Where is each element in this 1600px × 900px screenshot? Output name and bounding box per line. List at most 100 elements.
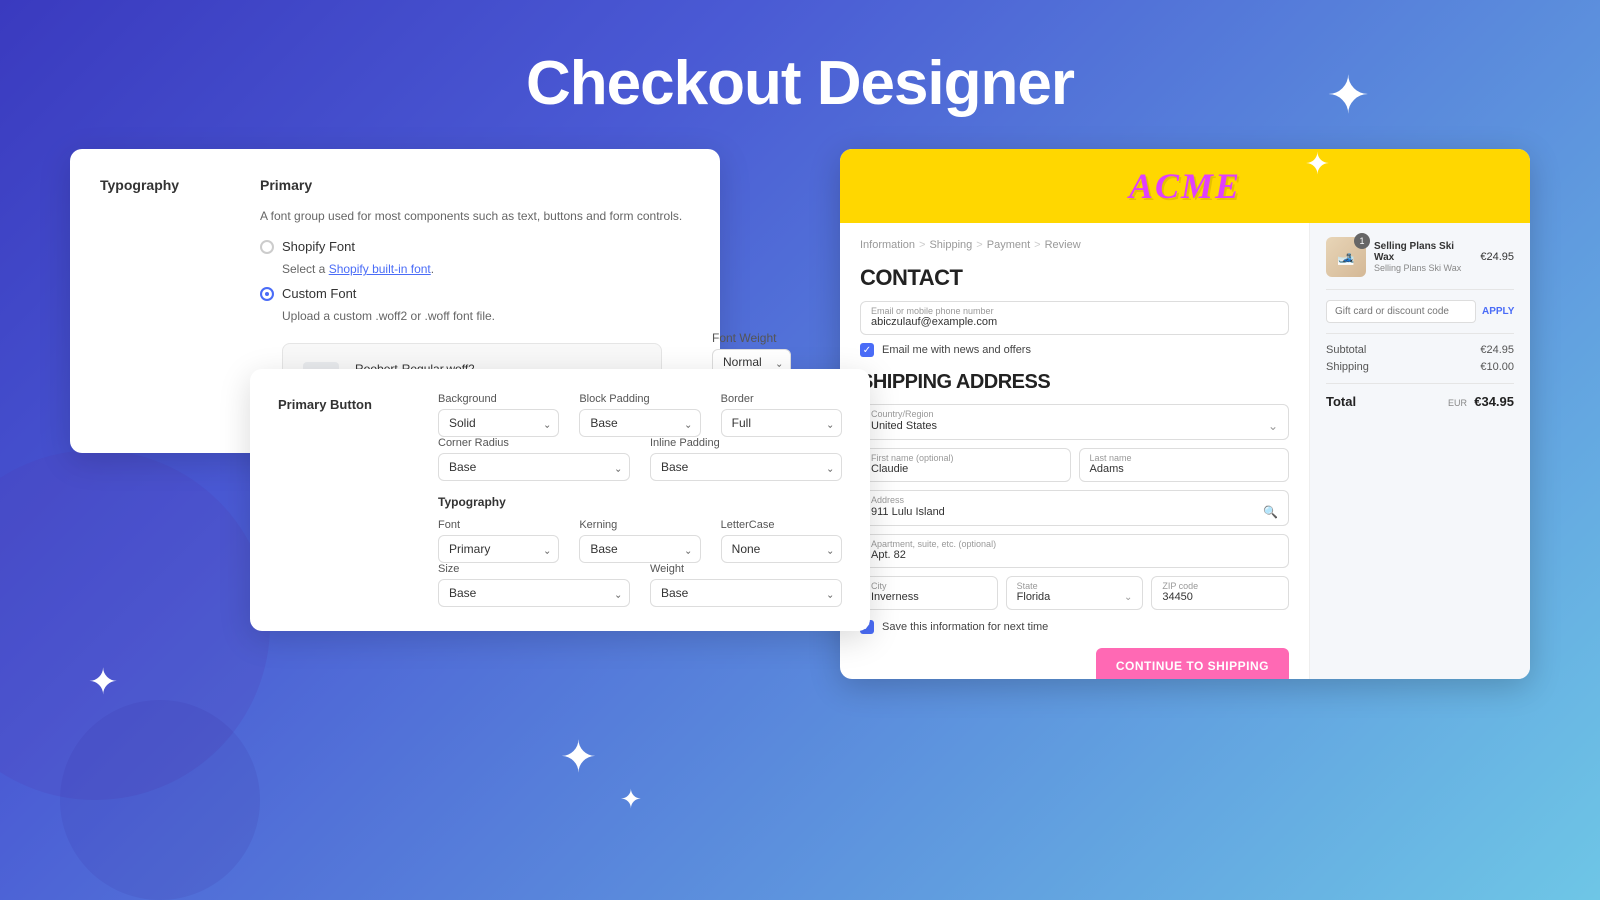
shopify-font-link[interactable]: Shopify built-in font <box>329 262 431 276</box>
weight-select[interactable]: Base <box>650 579 842 607</box>
star-decoration-bottom-small: ✦ <box>620 786 642 812</box>
shipping-title: SHIPPING ADDRESS <box>860 371 1289 394</box>
checkout-sidebar: 🎿 1 Selling Plans Ski Wax Selling Plans … <box>1310 223 1530 679</box>
newsletter-row[interactable]: ✓ Email me with news and offers <box>860 343 1289 357</box>
total-tax: EUR <box>1448 398 1467 408</box>
divider-1 <box>1326 289 1514 290</box>
weight-group: Weight Base <box>650 563 842 607</box>
border-select-wrap[interactable]: Full <box>721 409 842 437</box>
total-row: Total EUR €34.95 <box>1326 394 1514 409</box>
size-label: Size <box>438 563 630 575</box>
font-select[interactable]: Primary <box>438 535 559 563</box>
zip-group[interactable]: ZIP code 34450 <box>1151 576 1289 610</box>
weight-label: Weight <box>650 563 842 575</box>
subtotal-value: €24.95 <box>1480 344 1514 356</box>
typography-subsection-title: Typography <box>438 495 842 509</box>
first-name-value: Claudie <box>871 463 1060 475</box>
newsletter-label: Email me with news and offers <box>882 344 1031 356</box>
star-decoration-left: ✦ <box>88 664 118 700</box>
inline-padding-select-wrap[interactable]: Base <box>650 453 842 481</box>
size-group: Size Base <box>438 563 630 607</box>
inline-padding-select[interactable]: Base <box>650 453 842 481</box>
weight-select-wrap[interactable]: Base <box>650 579 842 607</box>
city-state-zip-row: City Inverness State Florida ⌄ ZIP code … <box>860 576 1289 610</box>
form-row-4: Size Base Weight Base <box>438 563 842 607</box>
apt-label: Apartment, suite, etc. (optional) <box>871 539 1278 549</box>
subtotal-row: Subtotal €24.95 <box>1326 344 1514 356</box>
divider-3 <box>1326 383 1514 384</box>
custom-font-label: Custom Font <box>282 286 356 301</box>
country-label: Country/Region <box>871 409 1278 419</box>
size-select-wrap[interactable]: Base <box>438 579 630 607</box>
shopify-font-radio[interactable] <box>260 240 274 254</box>
last-name-label: Last name <box>1090 453 1279 463</box>
lettercase-select-wrap[interactable]: None <box>721 535 842 563</box>
block-padding-select-wrap[interactable]: Base <box>579 409 700 437</box>
address-group[interactable]: Address 911 Lulu Island 🔍 <box>860 490 1289 526</box>
kerning-group: Kerning Base <box>579 519 700 563</box>
country-row: Country/Region United States ⌄ <box>860 404 1289 440</box>
shipping-row: Shipping €10.00 <box>1326 361 1514 373</box>
custom-font-radio[interactable] <box>260 287 274 301</box>
city-value: Inverness <box>871 591 987 603</box>
corner-radius-label: Corner Radius <box>438 437 630 449</box>
shipping-value: €10.00 <box>1480 361 1514 373</box>
primary-button-panel: Primary Button Background Solid <box>250 369 870 631</box>
kerning-select-wrap[interactable]: Base <box>579 535 700 563</box>
custom-font-sublabel: Upload a custom .woff2 or .woff font fil… <box>282 309 791 323</box>
border-select[interactable]: Full <box>721 409 842 437</box>
save-info-row[interactable]: ✓ Save this information for next time <box>860 620 1289 634</box>
continue-button[interactable]: CONTINUE TO SHIPPING <box>1096 648 1289 679</box>
state-value: Florida <box>1017 591 1051 603</box>
shopify-font-sublabel: Select a Shopify built-in font. <box>282 262 791 276</box>
product-info: Selling Plans Ski Wax Selling Plans Ski … <box>1374 241 1472 273</box>
last-name-group[interactable]: Last name Adams <box>1079 448 1290 482</box>
corner-radius-select[interactable]: Base <box>438 453 630 481</box>
shopify-font-option[interactable]: Shopify Font <box>260 239 791 254</box>
lettercase-label: LetterCase <box>721 519 842 531</box>
discount-row: APPLY <box>1326 300 1514 323</box>
product-variant: Selling Plans Ski Wax <box>1374 263 1472 273</box>
primary-desc: A font group used for most components su… <box>260 209 791 223</box>
breadcrumb-review: Review <box>1045 239 1081 251</box>
divider-2 <box>1326 333 1514 334</box>
background-select-wrap[interactable]: Solid <box>438 409 559 437</box>
block-padding-select[interactable]: Base <box>579 409 700 437</box>
checkout-main: Information > Shipping > Payment > Revie… <box>840 223 1310 679</box>
kerning-select[interactable]: Base <box>579 535 700 563</box>
newsletter-checkbox[interactable]: ✓ <box>860 343 874 357</box>
form-row-2: Corner Radius Base Inline Padding <box>438 437 842 481</box>
font-select-wrap[interactable]: Primary <box>438 535 559 563</box>
total-label: Total <box>1326 394 1356 409</box>
breadcrumb: Information > Shipping > Payment > Revie… <box>860 239 1289 251</box>
apply-discount-button[interactable]: APPLY <box>1482 306 1514 317</box>
form-row-1: Background Solid Block Padding <box>438 393 842 437</box>
corner-radius-select-wrap[interactable]: Base <box>438 453 630 481</box>
size-select[interactable]: Base <box>438 579 630 607</box>
email-value: abiczulauf@example.com <box>871 316 1278 328</box>
first-name-group[interactable]: First name (optional) Claudie <box>860 448 1071 482</box>
shopify-font-label: Shopify Font <box>282 239 355 254</box>
background-select[interactable]: Solid <box>438 409 559 437</box>
custom-font-option[interactable]: Custom Font <box>260 286 791 301</box>
corner-radius-group: Corner Radius Base <box>438 437 630 481</box>
product-price: €24.95 <box>1480 251 1514 263</box>
lettercase-group: LetterCase None <box>721 519 842 563</box>
country-field-group[interactable]: Country/Region United States ⌄ <box>860 404 1289 440</box>
apt-group[interactable]: Apartment, suite, etc. (optional) Apt. 8… <box>860 534 1289 568</box>
address-value: 911 Lulu Island <box>871 506 945 518</box>
lettercase-select[interactable]: None <box>721 535 842 563</box>
background-label: Background <box>438 393 559 405</box>
city-group[interactable]: City Inverness <box>860 576 998 610</box>
shipping-label: Shipping <box>1326 361 1369 373</box>
discount-input[interactable] <box>1326 300 1476 323</box>
state-group[interactable]: State Florida ⌄ <box>1006 576 1144 610</box>
breadcrumb-sep-3: > <box>1034 239 1040 251</box>
product-thumbnail: 🎿 1 <box>1326 237 1366 277</box>
address-label: Address <box>871 495 1278 505</box>
breadcrumb-sep-1: > <box>919 239 925 251</box>
email-field-group[interactable]: Email or mobile phone number abiczulauf@… <box>860 301 1289 335</box>
star-decoration-bottom: ✦ <box>560 736 597 780</box>
block-padding-label: Block Padding <box>579 393 700 405</box>
background-group: Background Solid <box>438 393 559 437</box>
